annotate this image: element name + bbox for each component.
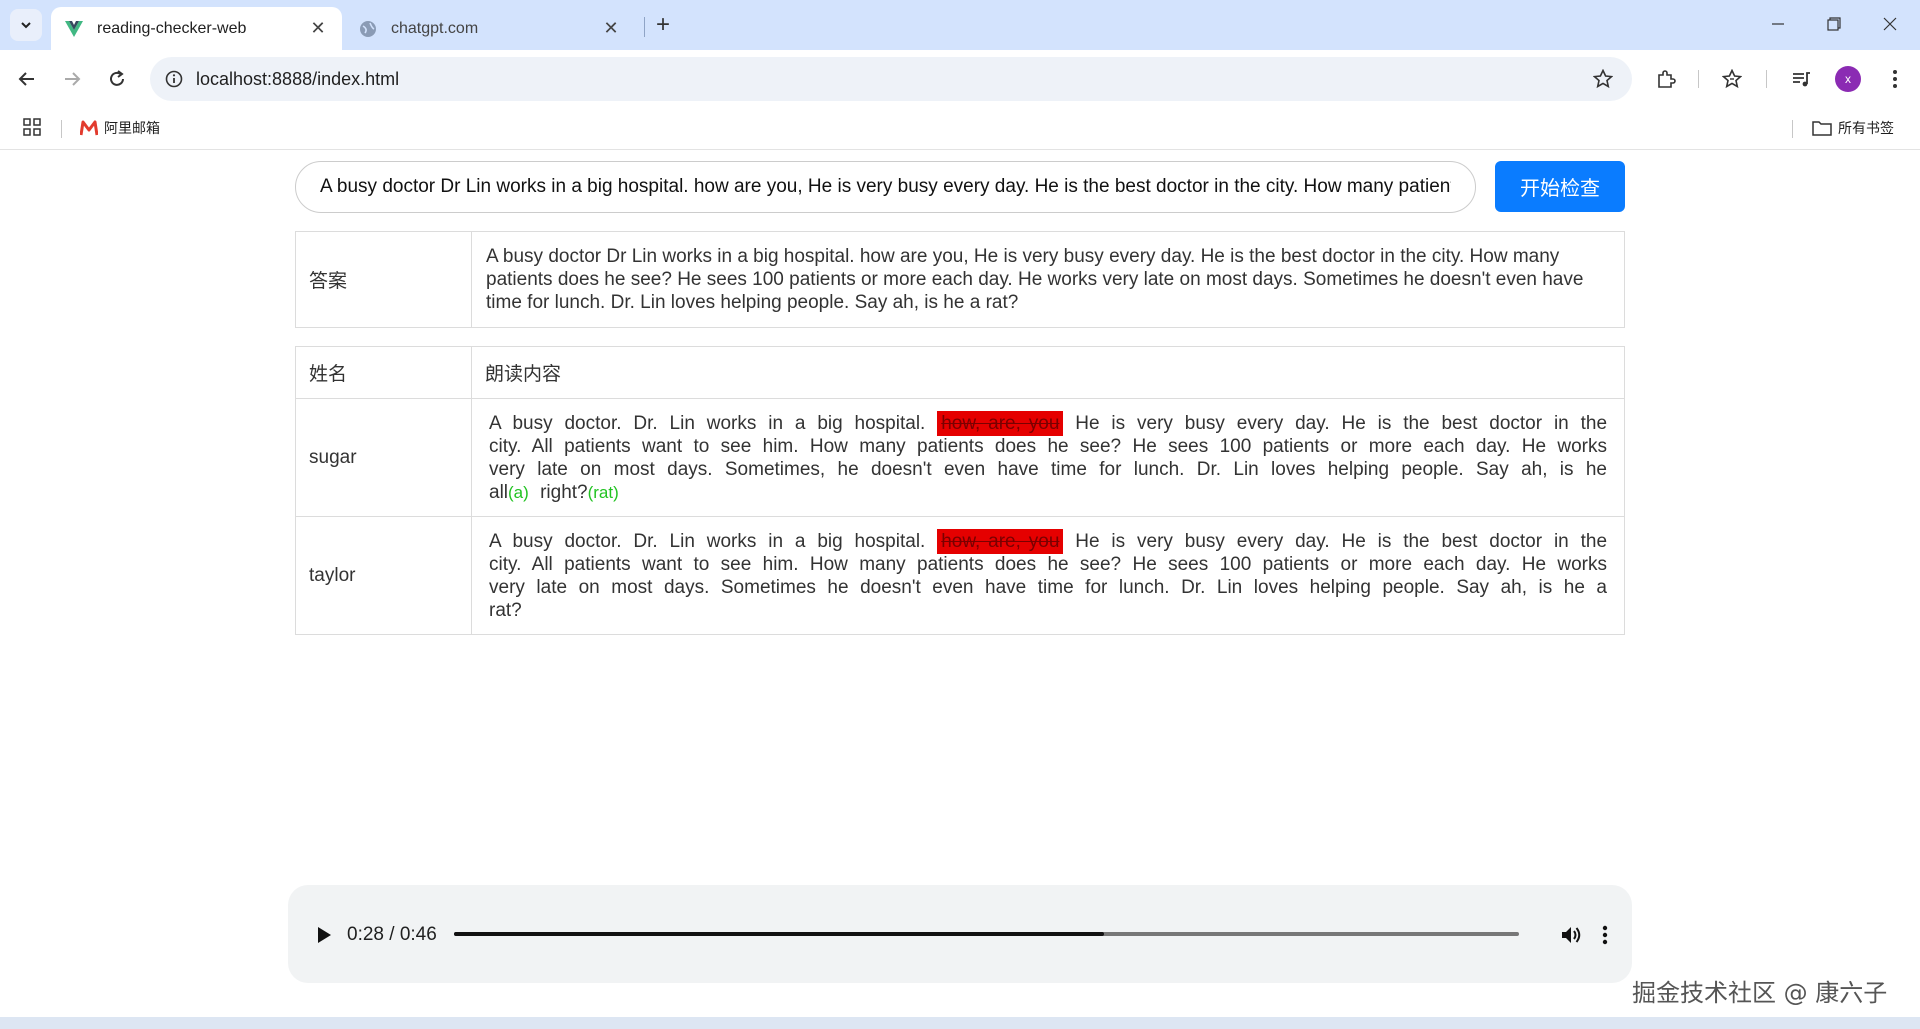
browser-toolbar: localhost:8888/index.html x bbox=[0, 50, 1920, 108]
toolbar-divider bbox=[1766, 70, 1767, 88]
wrong-words: how, are, you bbox=[937, 410, 1064, 436]
bookmark-divider bbox=[61, 120, 62, 138]
apps-grid-icon[interactable] bbox=[22, 117, 44, 139]
folder-icon bbox=[1812, 121, 1832, 136]
page-content: 开始检查 答案 A busy doctor Dr Lin works in a … bbox=[0, 151, 1920, 1017]
bookmark-divider bbox=[1792, 120, 1793, 138]
extensions-icon[interactable] bbox=[1650, 63, 1682, 95]
tab-search-button[interactable] bbox=[10, 9, 42, 41]
table-header-row: 姓名 朗读内容 bbox=[295, 346, 1625, 399]
bookmark-label: 阿里邮箱 bbox=[104, 120, 160, 136]
audio-time: 0:28 / 0:46 bbox=[347, 924, 437, 945]
table-row: sugar A busy doctor. Dr. Lin works in a … bbox=[295, 398, 1625, 517]
answer-text: A busy doctor Dr Lin works in a big hosp… bbox=[471, 231, 1625, 328]
play-icon[interactable] bbox=[308, 919, 340, 951]
correction-text: (a) bbox=[508, 482, 529, 502]
bookmark-star-icon[interactable] bbox=[1590, 66, 1616, 92]
vue-logo-icon bbox=[65, 20, 83, 38]
bookmarks-bar: 阿里邮箱 所有书签 bbox=[0, 108, 1920, 150]
column-header-content: 朗读内容 bbox=[471, 346, 1625, 399]
chevron-down-icon bbox=[21, 22, 31, 29]
reading-text: A busy doctor. Dr. Lin works in a big ho… bbox=[489, 412, 926, 434]
window-bottom-edge bbox=[0, 1017, 1920, 1029]
new-tab-button[interactable]: + bbox=[648, 10, 678, 40]
all-bookmarks-label: 所有书签 bbox=[1838, 120, 1894, 136]
tab-chatgpt[interactable]: chatgpt.com ✕ bbox=[345, 7, 635, 50]
mail-m-icon bbox=[80, 120, 98, 136]
correction-text: (rat) bbox=[587, 482, 619, 502]
answer-label: 答案 bbox=[295, 231, 472, 328]
favorites-star-icon[interactable] bbox=[1716, 63, 1748, 95]
more-menu-icon[interactable] bbox=[1879, 63, 1911, 95]
reader-name: taylor bbox=[295, 516, 472, 635]
start-check-button[interactable]: 开始检查 bbox=[1495, 161, 1625, 212]
restore-button[interactable] bbox=[1806, 0, 1862, 48]
reload-icon bbox=[110, 70, 124, 86]
table-row: taylor A busy doctor. Dr. Lin works in a… bbox=[295, 516, 1625, 635]
close-tab-icon[interactable]: ✕ bbox=[597, 15, 625, 43]
all-bookmarks-button[interactable]: 所有书签 bbox=[1812, 118, 1894, 138]
wrong-words: how, are, you bbox=[937, 528, 1064, 554]
results-table: 姓名 朗读内容 sugar A busy doctor. Dr. Lin wor… bbox=[295, 346, 1625, 635]
close-tab-icon[interactable]: ✕ bbox=[304, 15, 332, 43]
reading-text: right? bbox=[540, 481, 588, 503]
forward-arrow-icon bbox=[65, 72, 81, 86]
reading-content: A busy doctor. Dr. Lin works in a big ho… bbox=[471, 398, 1625, 517]
answer-row: 答案 A busy doctor Dr Lin works in a big h… bbox=[295, 231, 1625, 328]
toolbar-divider bbox=[1698, 70, 1699, 88]
profile-avatar[interactable]: x bbox=[1835, 66, 1861, 92]
tab-divider bbox=[644, 17, 645, 37]
url-text: localhost:8888/index.html bbox=[196, 69, 400, 89]
close-window-button[interactable] bbox=[1862, 0, 1918, 48]
column-header-name: 姓名 bbox=[295, 346, 472, 399]
back-arrow-icon bbox=[18, 72, 34, 86]
tab-strip: reading-checker-web ✕ chatgpt.com ✕ + bbox=[0, 0, 1920, 50]
address-bar[interactable]: localhost:8888/index.html bbox=[150, 57, 1632, 101]
tab-title: reading-checker-web bbox=[97, 19, 247, 37]
tab-reading-checker[interactable]: reading-checker-web ✕ bbox=[51, 7, 342, 50]
back-button[interactable] bbox=[10, 62, 44, 96]
volume-icon[interactable] bbox=[1556, 919, 1588, 951]
input-row: 开始检查 bbox=[295, 161, 1625, 213]
answer-table: 答案 A busy doctor Dr Lin works in a big h… bbox=[295, 231, 1625, 328]
bookmark-alimail[interactable]: 阿里邮箱 bbox=[80, 118, 160, 138]
audio-seek-bar[interactable] bbox=[454, 932, 1519, 936]
globe-icon bbox=[359, 20, 377, 38]
forward-button[interactable] bbox=[55, 62, 89, 96]
audio-progress-fill bbox=[454, 932, 1104, 936]
reload-button[interactable] bbox=[100, 62, 134, 96]
reading-text: A busy doctor. Dr. Lin works in a big ho… bbox=[489, 530, 926, 552]
audio-more-icon[interactable] bbox=[1593, 919, 1617, 951]
text-input[interactable] bbox=[295, 161, 1476, 213]
minimize-button[interactable] bbox=[1750, 0, 1806, 48]
tab-title: chatgpt.com bbox=[391, 19, 479, 37]
site-info-icon[interactable] bbox=[160, 65, 188, 93]
audio-player: 0:28 / 0:46 bbox=[288, 885, 1632, 983]
media-control-icon[interactable] bbox=[1785, 63, 1817, 95]
reading-content: A busy doctor. Dr. Lin works in a big ho… bbox=[471, 516, 1625, 635]
watermark: 掘金技术社区 @ 康六子 bbox=[1632, 979, 1888, 1007]
reader-name: sugar bbox=[295, 398, 472, 517]
